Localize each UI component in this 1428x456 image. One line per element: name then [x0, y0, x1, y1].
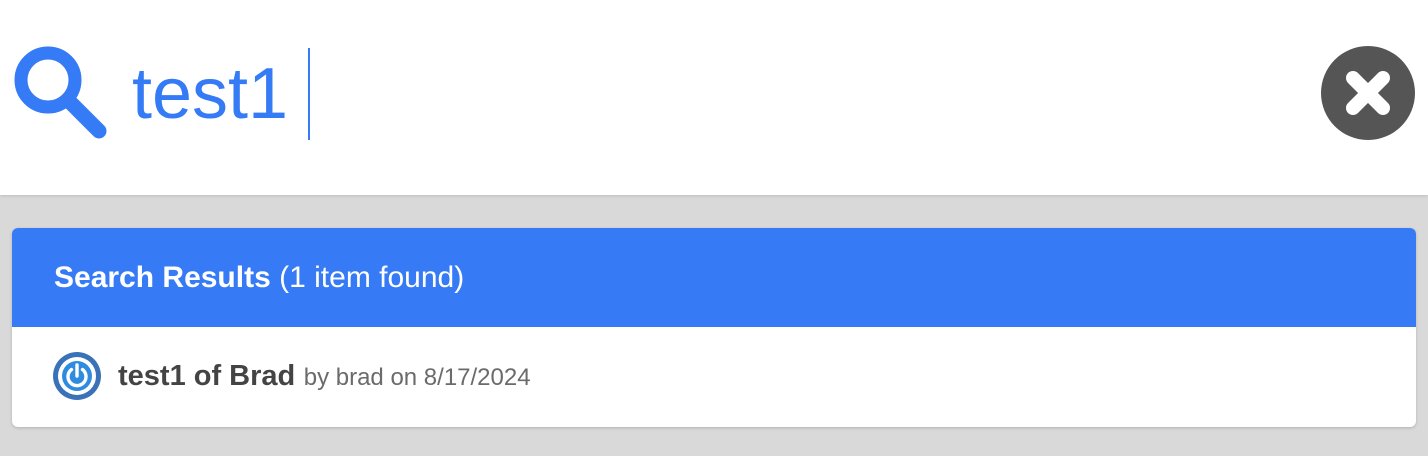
close-icon	[1346, 71, 1390, 115]
result-item[interactable]: test1 of Brad by brad on 8/17/2024	[12, 327, 1416, 427]
result-text: test1 of Brad by brad on 8/17/2024	[118, 355, 531, 402]
text-cursor	[308, 48, 310, 140]
search-input[interactable]	[132, 44, 1282, 144]
results-header: Search Results (1 item found)	[12, 228, 1416, 327]
results-count: (1 item found)	[279, 261, 465, 294]
power-icon	[52, 351, 102, 401]
result-meta: by brad on 8/17/2024	[303, 364, 531, 391]
search-results-panel: Search Results (1 item found) test1 of B…	[12, 228, 1416, 427]
clear-search-button[interactable]	[1321, 46, 1415, 140]
search-bar	[0, 0, 1428, 195]
search-field[interactable]	[132, 44, 1282, 144]
results-title: Search Results	[54, 261, 271, 294]
search-icon	[10, 42, 110, 142]
result-title[interactable]: test1 of Brad	[118, 360, 295, 392]
